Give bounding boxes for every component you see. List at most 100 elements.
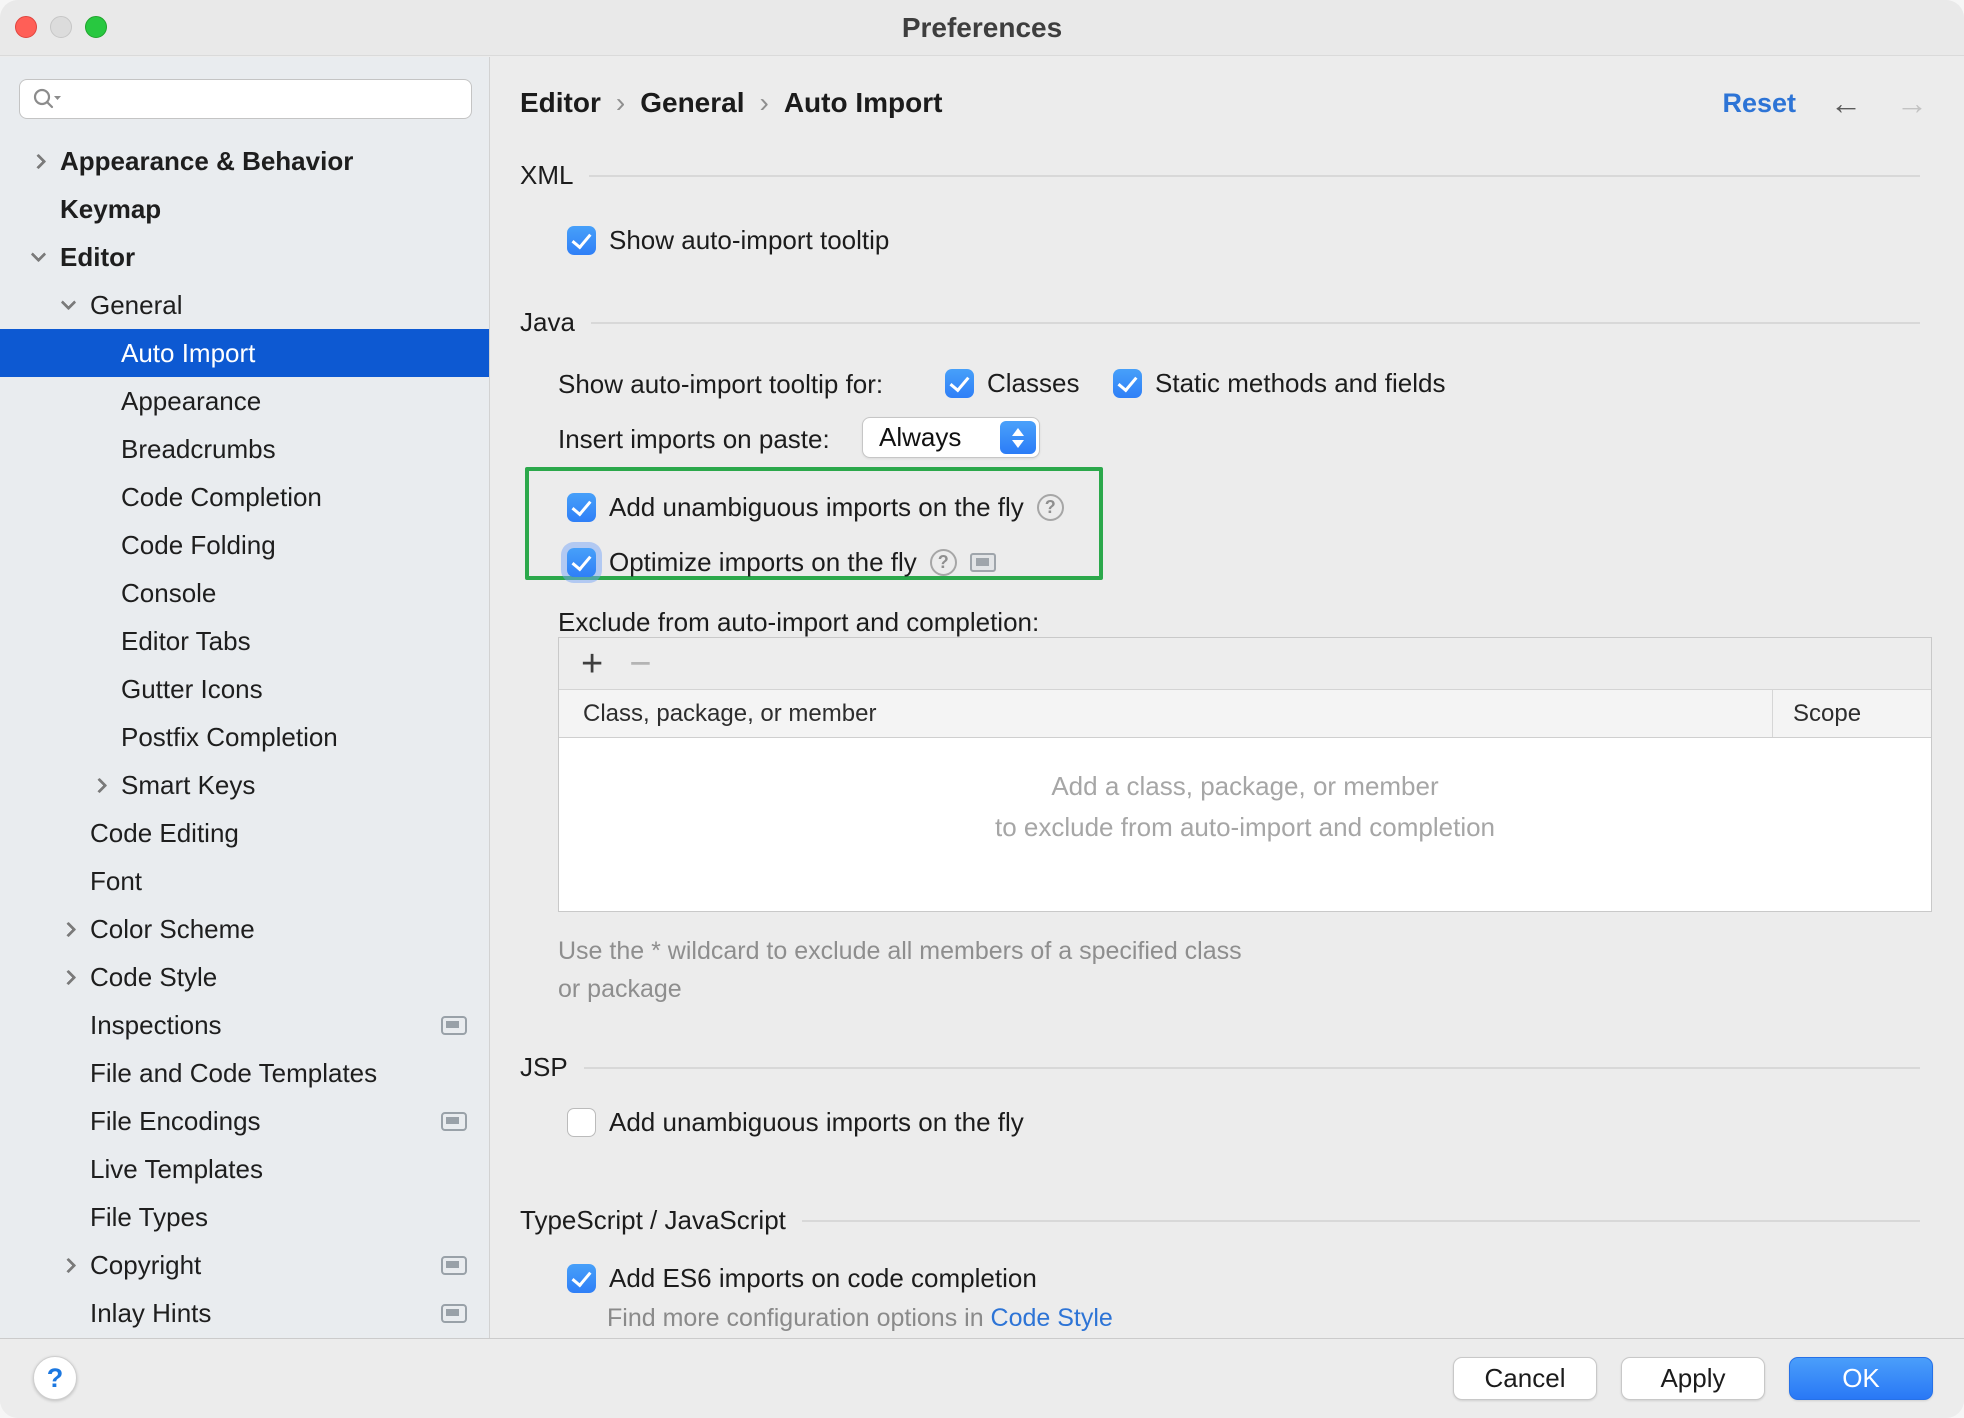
sidebar-item-label: File Types [90,1193,208,1241]
sidebar-item-gutter-icons[interactable]: Gutter Icons [0,665,489,713]
jsp-section-header: JSP [520,1052,1920,1083]
sidebar-item-code-folding[interactable]: Code Folding [0,521,489,569]
sidebar-item-label: Appearance & Behavior [60,137,353,185]
settings-search-field[interactable] [19,79,472,119]
settings-sidebar: Appearance & BehaviorKeymapEditorGeneral… [0,57,490,1338]
classes-checkbox[interactable] [945,369,974,398]
exclude-table-body[interactable]: Add a class, package, or member to exclu… [559,738,1931,910]
sidebar-item-keymap[interactable]: Keymap [0,185,489,233]
add-unambiguous-imports-label: Add unambiguous imports on the fly [609,492,1024,523]
optimize-imports-row: Optimize imports on the fly ? [567,547,996,578]
insert-imports-on-paste-select[interactable]: Always [862,417,1040,458]
exclude-table-header: Class, package, or member Scope [559,690,1931,738]
section-divider [589,175,1920,177]
help-circle-icon[interactable]: ? [930,549,957,576]
breadcrumb-separator-icon: › [760,87,769,119]
ok-button[interactable]: OK [1789,1357,1933,1400]
monitor-icon [441,1304,467,1323]
sidebar-item-auto-import[interactable]: Auto Import [0,329,489,377]
chevron-right-icon[interactable] [61,1258,77,1274]
sidebar-item-file-and-code-templates[interactable]: File and Code Templates [0,1049,489,1097]
sidebar-item-code-completion[interactable]: Code Completion [0,473,489,521]
window-title: Preferences [0,0,1964,56]
insert-imports-on-paste-label: Insert imports on paste: [558,424,830,455]
sidebar-item-label: Console [121,569,216,617]
es6-imports-checkbox[interactable] [567,1264,596,1293]
sidebar-item-font[interactable]: Font [0,857,489,905]
sidebar-item-console[interactable]: Console [0,569,489,617]
back-arrow-icon[interactable]: ← [1830,85,1862,122]
chevron-right-icon[interactable] [31,154,47,170]
sidebar-item-file-types[interactable]: File Types [0,1193,489,1241]
sidebar-item-code-style[interactable]: Code Style [0,953,489,1001]
exclude-table-toolbar: + − [559,638,1931,690]
sidebar-item-postfix-completion[interactable]: Postfix Completion [0,713,489,761]
reset-button[interactable]: Reset [1722,88,1796,119]
sidebar-item-appearance-behavior[interactable]: Appearance & Behavior [0,137,489,185]
add-unambiguous-row: Add unambiguous imports on the fly ? [567,492,1064,523]
jsp-add-unambiguous-checkbox[interactable] [567,1108,596,1137]
sidebar-item-label: Live Templates [90,1145,263,1193]
forward-arrow-icon[interactable]: → [1896,85,1928,122]
sidebar-item-label: Smart Keys [121,761,255,809]
add-entry-button[interactable]: + [581,645,603,683]
sidebar-item-label: Keymap [60,185,161,233]
code-style-link[interactable]: Code Style [991,1304,1113,1332]
monitor-icon [441,1256,467,1275]
sidebar-item-live-templates[interactable]: Live Templates [0,1145,489,1193]
sidebar-item-smart-keys[interactable]: Smart Keys [0,761,489,809]
breadcrumb: Editor › General › Auto Import Reset ← → [520,81,1928,125]
static-methods-checkbox[interactable] [1113,369,1142,398]
sidebar-item-breadcrumbs[interactable]: Breadcrumbs [0,425,489,473]
help-circle-icon[interactable]: ? [1037,494,1064,521]
section-divider [802,1220,1920,1222]
sidebar-item-label: Editor [60,233,135,281]
tooltip-for-label: Show auto-import tooltip for: [558,369,883,400]
sidebar-item-inspections[interactable]: Inspections [0,1001,489,1049]
sidebar-item-label: File and Code Templates [90,1049,377,1097]
add-unambiguous-imports-checkbox[interactable] [567,493,596,522]
sidebar-item-code-editing[interactable]: Code Editing [0,809,489,857]
es6-imports-row: Add ES6 imports on code completion [567,1263,1037,1294]
search-input[interactable] [70,84,471,115]
apply-button[interactable]: Apply [1621,1357,1765,1400]
sidebar-item-label: Code Editing [90,809,239,857]
sidebar-item-general[interactable]: General [0,281,489,329]
chevron-down-icon [1012,440,1024,448]
chevron-right-icon[interactable] [61,922,77,938]
breadcrumb-item-editor[interactable]: Editor [520,87,601,119]
optimize-imports-label: Optimize imports on the fly [609,547,917,578]
show-auto-import-tooltip-checkbox[interactable] [567,226,596,255]
sidebar-item-editor[interactable]: Editor [0,233,489,281]
remove-entry-button[interactable]: − [629,645,651,683]
static-methods-label: Static methods and fields [1155,368,1446,399]
sidebar-item-label: Postfix Completion [121,713,338,761]
sidebar-item-editor-tabs[interactable]: Editor Tabs [0,617,489,665]
wildcard-hint: Use the * wildcard to exclude all member… [558,932,1258,1008]
sidebar-item-label: Gutter Icons [121,665,263,713]
help-button[interactable]: ? [33,1356,77,1400]
title-bar: Preferences [0,0,1964,56]
chevron-down-icon[interactable] [61,295,77,311]
sidebar-item-file-encodings[interactable]: File Encodings [0,1097,489,1145]
section-divider [591,322,1920,324]
chevron-right-icon[interactable] [92,778,108,794]
sidebar-item-label: Appearance [121,377,261,425]
sidebar-item-label: Code Completion [121,473,322,521]
java-section-title: Java [520,307,575,338]
optimize-imports-checkbox[interactable] [567,548,596,577]
chevron-right-icon[interactable] [61,970,77,986]
preferences-window: Preferences Appearance & BehaviorKeymapE… [0,0,1964,1418]
sidebar-item-color-scheme[interactable]: Color Scheme [0,905,489,953]
sidebar-item-label: Editor Tabs [121,617,251,665]
chevron-down-icon[interactable] [31,247,47,263]
placeholder-line-2: to exclude from auto-import and completi… [559,807,1931,848]
xml-section-title: XML [520,160,573,191]
exclude-label: Exclude from auto-import and completion: [558,607,1039,638]
breadcrumb-item-general[interactable]: General [640,87,744,119]
sidebar-item-appearance[interactable]: Appearance [0,377,489,425]
sidebar-item-copyright[interactable]: Copyright [0,1241,489,1289]
sidebar-item-inlay-hints[interactable]: Inlay Hints [0,1289,489,1337]
column-header-scope: Scope [1772,690,1931,737]
cancel-button[interactable]: Cancel [1453,1357,1597,1400]
